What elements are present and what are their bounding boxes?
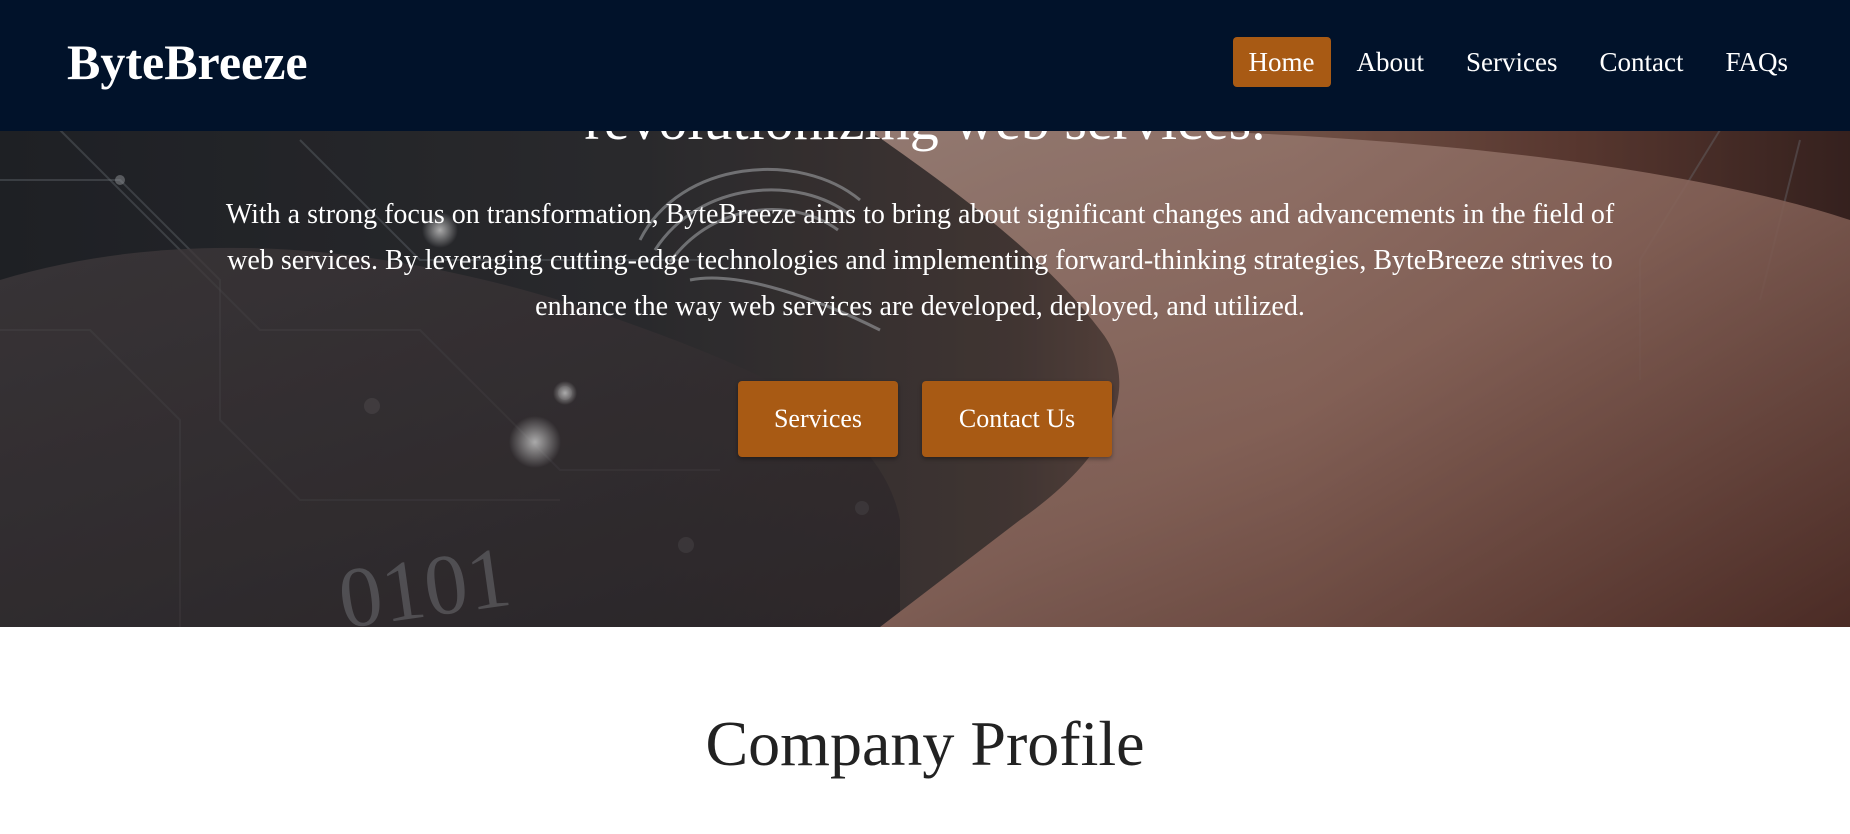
page: 0101 revolutionizing web services. With … xyxy=(0,0,1850,834)
nav-item-services[interactable]: Services xyxy=(1450,37,1573,87)
nav-item-faqs[interactable]: FAQs xyxy=(1709,37,1804,87)
contact-us-button[interactable]: Contact Us xyxy=(922,381,1112,457)
hero-description: With a strong focus on transformation, B… xyxy=(225,199,1615,322)
site-header: ByteBreeze Home About Services Contact F… xyxy=(0,0,1850,131)
company-profile-heading: Company Profile xyxy=(705,708,1145,779)
hero-button-group: Services Contact Us xyxy=(0,381,1850,457)
nav-item-home[interactable]: Home xyxy=(1232,37,1331,87)
nav-item-contact[interactable]: Contact xyxy=(1583,37,1699,87)
logo[interactable]: ByteBreeze xyxy=(67,30,308,94)
nav-item-about[interactable]: About xyxy=(1341,37,1441,87)
main-nav: Home About Services Contact FAQs xyxy=(1232,37,1804,87)
services-button[interactable]: Services xyxy=(738,381,898,457)
